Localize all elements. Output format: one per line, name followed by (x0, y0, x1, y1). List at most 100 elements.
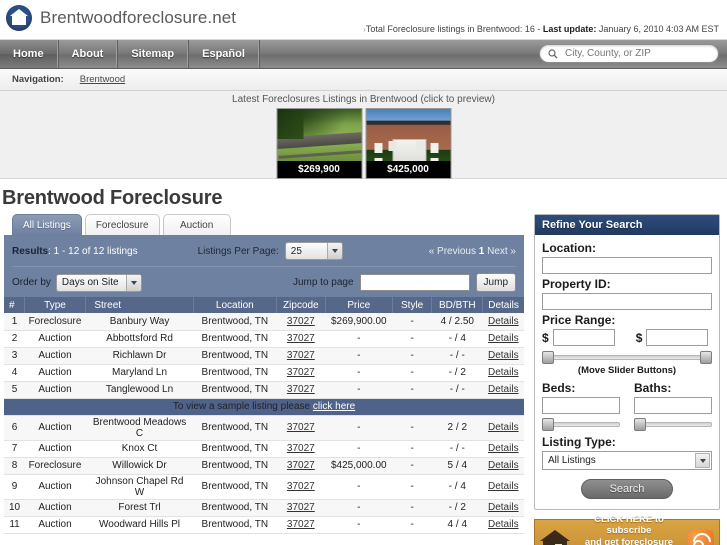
table-row[interactable]: 11 Auction Woodward Hills Pl Brentwood, TN 3… (4, 516, 524, 534)
breadcrumb-item-brentwood[interactable]: Brentwood (80, 74, 125, 85)
zipcode-link[interactable]: 37027 (287, 422, 315, 433)
table-row[interactable]: 7 Auction Knox Ct Brentwood, TN 37027- - - / -… (4, 440, 524, 458)
col-header-street[interactable]: Street (85, 297, 194, 313)
zipcode-link[interactable]: 37027 (287, 502, 315, 513)
nav-item-home[interactable]: Home (0, 40, 58, 68)
nav-label: Sitemap (131, 48, 175, 60)
pagination-current-page: 1 (478, 245, 485, 257)
baths-slider[interactable] (634, 418, 712, 431)
property-id-input[interactable] (542, 293, 712, 310)
tab-auction[interactable]: Auction (162, 214, 231, 235)
table-row[interactable]: 10 Auction Forest Trl Brentwood, TN 37027- - -… (4, 499, 524, 517)
table-row[interactable]: 1 Foreclosure Banbury Way Brentwood, TN 3702… (4, 313, 524, 331)
beds-input[interactable] (542, 397, 620, 414)
beds-slider-handle[interactable] (542, 418, 554, 431)
cell-street: Brentwood Meadows C (85, 415, 194, 441)
zipcode-link[interactable]: 37027 (287, 481, 315, 492)
details-link[interactable]: Details (488, 443, 519, 454)
jump-button[interactable]: Jump (475, 273, 516, 292)
cell-location: Brentwood, TN (193, 516, 277, 534)
col-header-number[interactable]: # (4, 297, 25, 313)
table-row[interactable]: 5 Auction Tanglewood Ln Brentwood, TN 37027-… (4, 381, 524, 399)
col-header-type[interactable]: Type (24, 297, 87, 313)
price-slider-min-handle[interactable] (542, 351, 554, 364)
house-in-circle-logo-icon (6, 5, 32, 31)
cell-bdbth: 4 / 2.50 (431, 313, 483, 331)
zipcode-link[interactable]: 37027 (287, 384, 315, 395)
col-header-zipcode[interactable]: Zipcode (276, 297, 326, 313)
details-link[interactable]: Details (488, 350, 519, 361)
details-link[interactable]: Details (488, 422, 519, 433)
col-header-price[interactable]: Price (325, 297, 393, 313)
details-link[interactable]: Details (488, 333, 519, 344)
zipcode-link[interactable]: 37027 (287, 350, 315, 361)
price-range-slider[interactable] (542, 351, 712, 364)
sidebar-column: Refine Your Search Location: Property ID… (534, 214, 720, 545)
table-row[interactable]: 4 Auction Maryland Ln Brentwood, TN 37027- - -… (4, 364, 524, 382)
zipcode-link[interactable]: 37027 (287, 460, 315, 471)
featured-thumb-2[interactable]: $425,000 (365, 108, 451, 179)
nav-item-espanol[interactable]: Español (188, 40, 259, 68)
featured-thumb-1-price: $269,900 (277, 161, 361, 178)
zipcode-link[interactable]: 37027 (287, 316, 315, 327)
price-slider-max-handle[interactable] (700, 351, 712, 364)
details-link[interactable]: Details (488, 481, 519, 492)
nav-item-about[interactable]: About (57, 40, 118, 68)
beds-slider[interactable] (542, 418, 620, 431)
details-link[interactable]: Details (488, 502, 519, 513)
cell-number: 8 (4, 457, 25, 475)
col-header-details[interactable]: Details (482, 297, 524, 313)
table-row[interactable]: 3 Auction Richlawn Dr Brentwood, TN 37027- - -… (4, 347, 524, 365)
details-link[interactable]: Details (488, 519, 519, 530)
details-link[interactable]: Details (488, 384, 519, 395)
zipcode-link[interactable]: 37027 (287, 519, 315, 530)
zipcode-link[interactable]: 37027 (287, 333, 315, 344)
refine-search-button[interactable]: Search (581, 479, 673, 499)
baths-slider-handle[interactable] (634, 418, 646, 431)
refine-search-body: Location: Property ID: Price Range: $ $ (535, 235, 719, 509)
price-max-input[interactable] (646, 329, 709, 346)
pagination-next[interactable]: Next » (487, 246, 516, 257)
listing-type-select[interactable]: All Listings (542, 451, 712, 470)
cell-details: Details (482, 364, 524, 382)
table-row[interactable]: 6 Auction Brentwood Meadows C Brentwood, TN… (4, 415, 524, 441)
cell-price: - (325, 347, 393, 365)
tab-foreclosure[interactable]: Foreclosure (84, 214, 160, 235)
cell-number: 3 (4, 347, 25, 365)
header-search-box[interactable] (539, 44, 719, 63)
location-input[interactable] (542, 257, 712, 274)
featured-thumb-1[interactable]: $269,900 (276, 108, 362, 179)
table-row[interactable]: 2 Auction Abbottsford Rd Brentwood, TN 37027… (4, 330, 524, 348)
rss-subscribe-banner[interactable]: CLICK HERE to subscribe and get foreclos… (534, 514, 720, 545)
table-row[interactable]: 8 Foreclosure Willowick Dr Brentwood, TN 370… (4, 457, 524, 475)
cell-street: Knox Ct (85, 440, 194, 458)
zipcode-link[interactable]: 37027 (287, 443, 315, 454)
property-id-label: Property ID: (542, 277, 611, 291)
listing-tabs: All Listings Foreclosure Auction (4, 214, 524, 236)
sample-listing-promo-link[interactable]: click here (313, 401, 355, 412)
col-header-location[interactable]: Location (193, 297, 277, 313)
cell-location: Brentwood, TN (193, 415, 277, 441)
nav-item-sitemap[interactable]: Sitemap (117, 40, 189, 68)
order-by-select[interactable]: Days on Site (55, 273, 142, 292)
header-search-input[interactable] (563, 47, 710, 60)
cell-zipcode: 37027 (276, 440, 326, 458)
listings-per-page-select[interactable]: 25 (284, 242, 343, 260)
brick-two-story-house-photo (366, 109, 450, 161)
jump-to-page-input[interactable] (359, 274, 470, 291)
cell-details: Details (482, 499, 524, 517)
baths-input[interactable] (634, 397, 712, 414)
price-min-input[interactable] (552, 329, 615, 346)
price-range-label: Price Range: (542, 313, 616, 327)
details-link[interactable]: Details (488, 367, 519, 378)
col-header-bdbth[interactable]: BD/BTH (431, 297, 484, 313)
site-logo[interactable]: Brentwoodforeclosure.net (6, 5, 236, 31)
pagination-previous[interactable]: « Previous (429, 246, 476, 257)
cell-street: Abbottsford Rd (85, 330, 194, 348)
details-link[interactable]: Details (488, 316, 519, 327)
zipcode-link[interactable]: 37027 (287, 367, 315, 378)
col-header-style[interactable]: Style (392, 297, 433, 313)
details-link[interactable]: Details (488, 460, 519, 471)
table-row[interactable]: 9 Auction Johnson Chapel Rd W Brentwood, TN… (4, 474, 524, 500)
tab-all-listings[interactable]: All Listings (12, 214, 82, 235)
